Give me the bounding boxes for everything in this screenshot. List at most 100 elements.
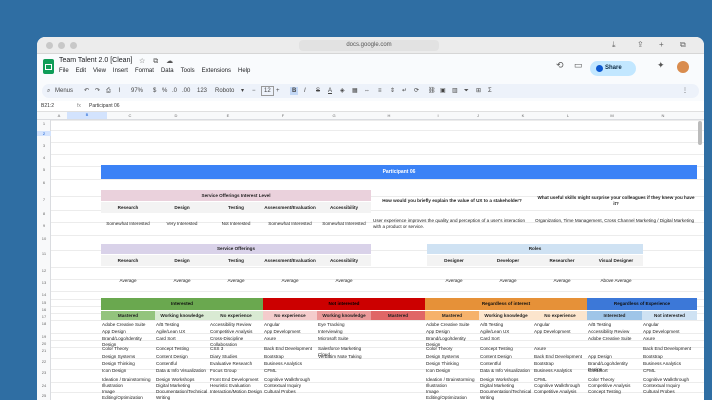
row-header[interactable]: 11 [37,251,51,256]
address-bar[interactable]: docs.google.com [299,40,439,51]
menus-search[interactable]: Menus [55,87,73,95]
number-format-button[interactable]: 123 [197,87,207,95]
interest-value[interactable]: Not Interested [209,221,263,227]
row-header[interactable]: 21 [37,348,51,353]
row-header[interactable]: 5 [37,167,51,172]
skill-cell[interactable]: Card Sort [480,336,533,342]
column-header[interactable]: J [457,113,499,118]
skill-cell[interactable]: Concept Testing [480,346,533,352]
skill-cell[interactable]: Angular [534,322,587,328]
row-header[interactable]: 10 [37,236,51,241]
filter-views-icon[interactable]: ⊞ [476,87,481,95]
skill-cell[interactable]: Verbatim Note Taking [318,354,371,360]
minimize-dot[interactable] [58,42,65,49]
skill-cell[interactable]: Card Sort [156,336,209,342]
skill-cell[interactable]: Data & Info Visualization [156,368,209,374]
name-box[interactable]: B21:2 [41,103,54,109]
skill-cell[interactable]: Bootstrap [264,354,317,360]
skill-cell[interactable]: Cultural Probes [643,389,697,395]
skill-cell[interactable]: Data & Info Visualization [480,368,533,374]
font-select[interactable]: Roboto [215,87,234,95]
zoom-select[interactable]: 97% [131,87,143,95]
skill-cell[interactable]: Design Systems [102,354,155,360]
font-size-decrease[interactable]: − [252,87,256,95]
role-value[interactable]: Average [535,278,589,284]
currency-button[interactable]: $ [153,87,156,95]
skill-cell[interactable]: Content Design [156,354,209,360]
skill-cell[interactable]: Cognitive Walkthrough [534,383,587,389]
column-header[interactable]: M [589,113,635,118]
percent-button[interactable]: % [162,87,167,95]
menu-data[interactable]: Data [161,68,174,74]
skill-cell[interactable]: Digital Marketing [156,383,209,389]
role-value[interactable]: Average [481,278,535,284]
skill-cell[interactable]: App Design [102,329,155,335]
skill-cell[interactable]: Back End Development [264,346,317,352]
interest-value[interactable]: Somewhat Interested [263,221,317,227]
row-header[interactable]: 15 [37,300,51,305]
skill-cell[interactable]: Image Editing/Optimization [426,389,479,400]
column-header[interactable]: E [199,113,257,118]
interest-value[interactable]: Very Interested [155,221,209,227]
column-header[interactable]: C [107,113,153,118]
skill-cell[interactable]: Interaction/Motion Design [210,389,263,395]
title-icons[interactable]: ☆ ⧉ ☁ [139,57,176,66]
row-header[interactable]: 20 [37,341,51,346]
column-header[interactable]: F [257,113,309,118]
font-size-input[interactable]: 12 [261,86,274,96]
close-dot[interactable] [46,42,53,49]
skill-cell[interactable]: Digital Marketing [480,383,533,389]
chevron-down-icon[interactable]: ▾ [241,87,244,95]
bold-button[interactable]: B [290,87,299,95]
skill-cell[interactable]: Icon Design [426,368,479,374]
skill-cell[interactable]: Design Thinking [102,361,155,367]
skill-cell[interactable]: Ideation / Brainstorming [102,377,155,383]
skill-cell[interactable]: Cultural Probes [264,389,317,395]
skill-cell[interactable]: Microsoft Suite [318,336,371,342]
comment-add-icon[interactable]: ▣ [440,87,446,95]
skill-cell[interactable]: A/B Testing [156,322,209,328]
skill-cell[interactable]: Agile/Lean UX [480,329,533,335]
skill-cell[interactable]: App Development [534,329,587,335]
offering-value[interactable]: Average [263,278,317,284]
history-icon[interactable]: ⟲ [556,60,564,71]
gemini-icon[interactable]: ✦ [657,60,665,71]
decrease-decimal-button[interactable]: .0 [172,87,177,95]
offering-value[interactable]: Average [155,278,209,284]
skill-cell[interactable]: Adobe Creative Suite [426,322,479,328]
skill-cell[interactable]: Competitive Analysis [588,383,642,389]
increase-decimal-button[interactable]: .00 [182,87,190,95]
undo-icon[interactable]: ↶ [84,87,89,95]
skill-cell[interactable]: Accessibility Review [588,329,642,335]
skill-cell[interactable]: Design Workshops [156,377,209,383]
skill-cell[interactable]: A/B Testing [588,322,642,328]
answer-skills[interactable]: Organization, Time Management, Cross Cha… [535,218,697,230]
skill-cell[interactable]: CFML [643,368,697,374]
borders-icon[interactable]: ▦ [352,87,358,95]
column-header[interactable]: B [67,112,107,119]
print-icon[interactable]: ⎙ [106,87,111,95]
row-header[interactable]: 24 [37,383,51,388]
skill-cell[interactable]: Business Analytics [534,368,587,374]
row-header[interactable]: 14 [37,292,51,297]
skill-cell[interactable]: Business Analytics [264,361,317,367]
wrap-icon[interactable]: ↵ [402,87,407,95]
skill-cell[interactable]: Documentation/Technical Writing [480,389,533,400]
comment-icon[interactable]: ▭ [574,60,583,71]
skill-cell[interactable]: Image Editing/Optimization [102,389,155,400]
row-header[interactable]: 19 [37,334,51,339]
row-header[interactable]: 17 [37,314,51,319]
skill-cell[interactable]: Agile/Lean UX [156,329,209,335]
fill-color-icon[interactable]: ◈ [340,87,345,95]
avatar[interactable] [677,61,689,73]
share-page-icon[interactable]: ⇪ [637,40,644,50]
skill-cell[interactable]: Back End Development [534,354,587,360]
skill-cell[interactable]: App Design [588,354,642,360]
more-icon[interactable]: ⋮ [682,87,688,95]
skill-cell[interactable]: Diary Studies [210,354,263,360]
download-icon[interactable]: ⤓ [612,40,616,50]
skill-cell[interactable]: App Design [426,329,479,335]
functions-icon[interactable]: Σ [488,87,492,95]
skill-cell[interactable]: Design Systems [426,354,479,360]
column-header[interactable]: L [547,113,589,118]
